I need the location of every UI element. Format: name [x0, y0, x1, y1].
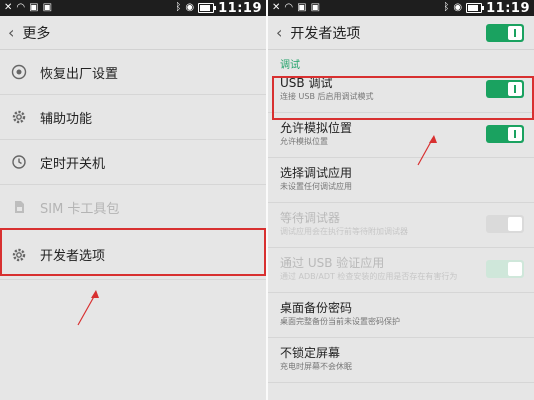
left-screen: ✕ ◠ ▣ ▣ ᛒ ◉ 11:19 ‹ 更多 恢复出厂设置 辅助功能 定时开关机 — [0, 0, 266, 400]
right-screen: ✕ ◠ ▣ ▣ ᛒ ◉ 11:19 ‹ 开发者选项 调试 USB 调试 连接 U… — [268, 0, 534, 400]
annotation-arrow — [77, 290, 99, 326]
annotation-arrow — [417, 135, 437, 166]
